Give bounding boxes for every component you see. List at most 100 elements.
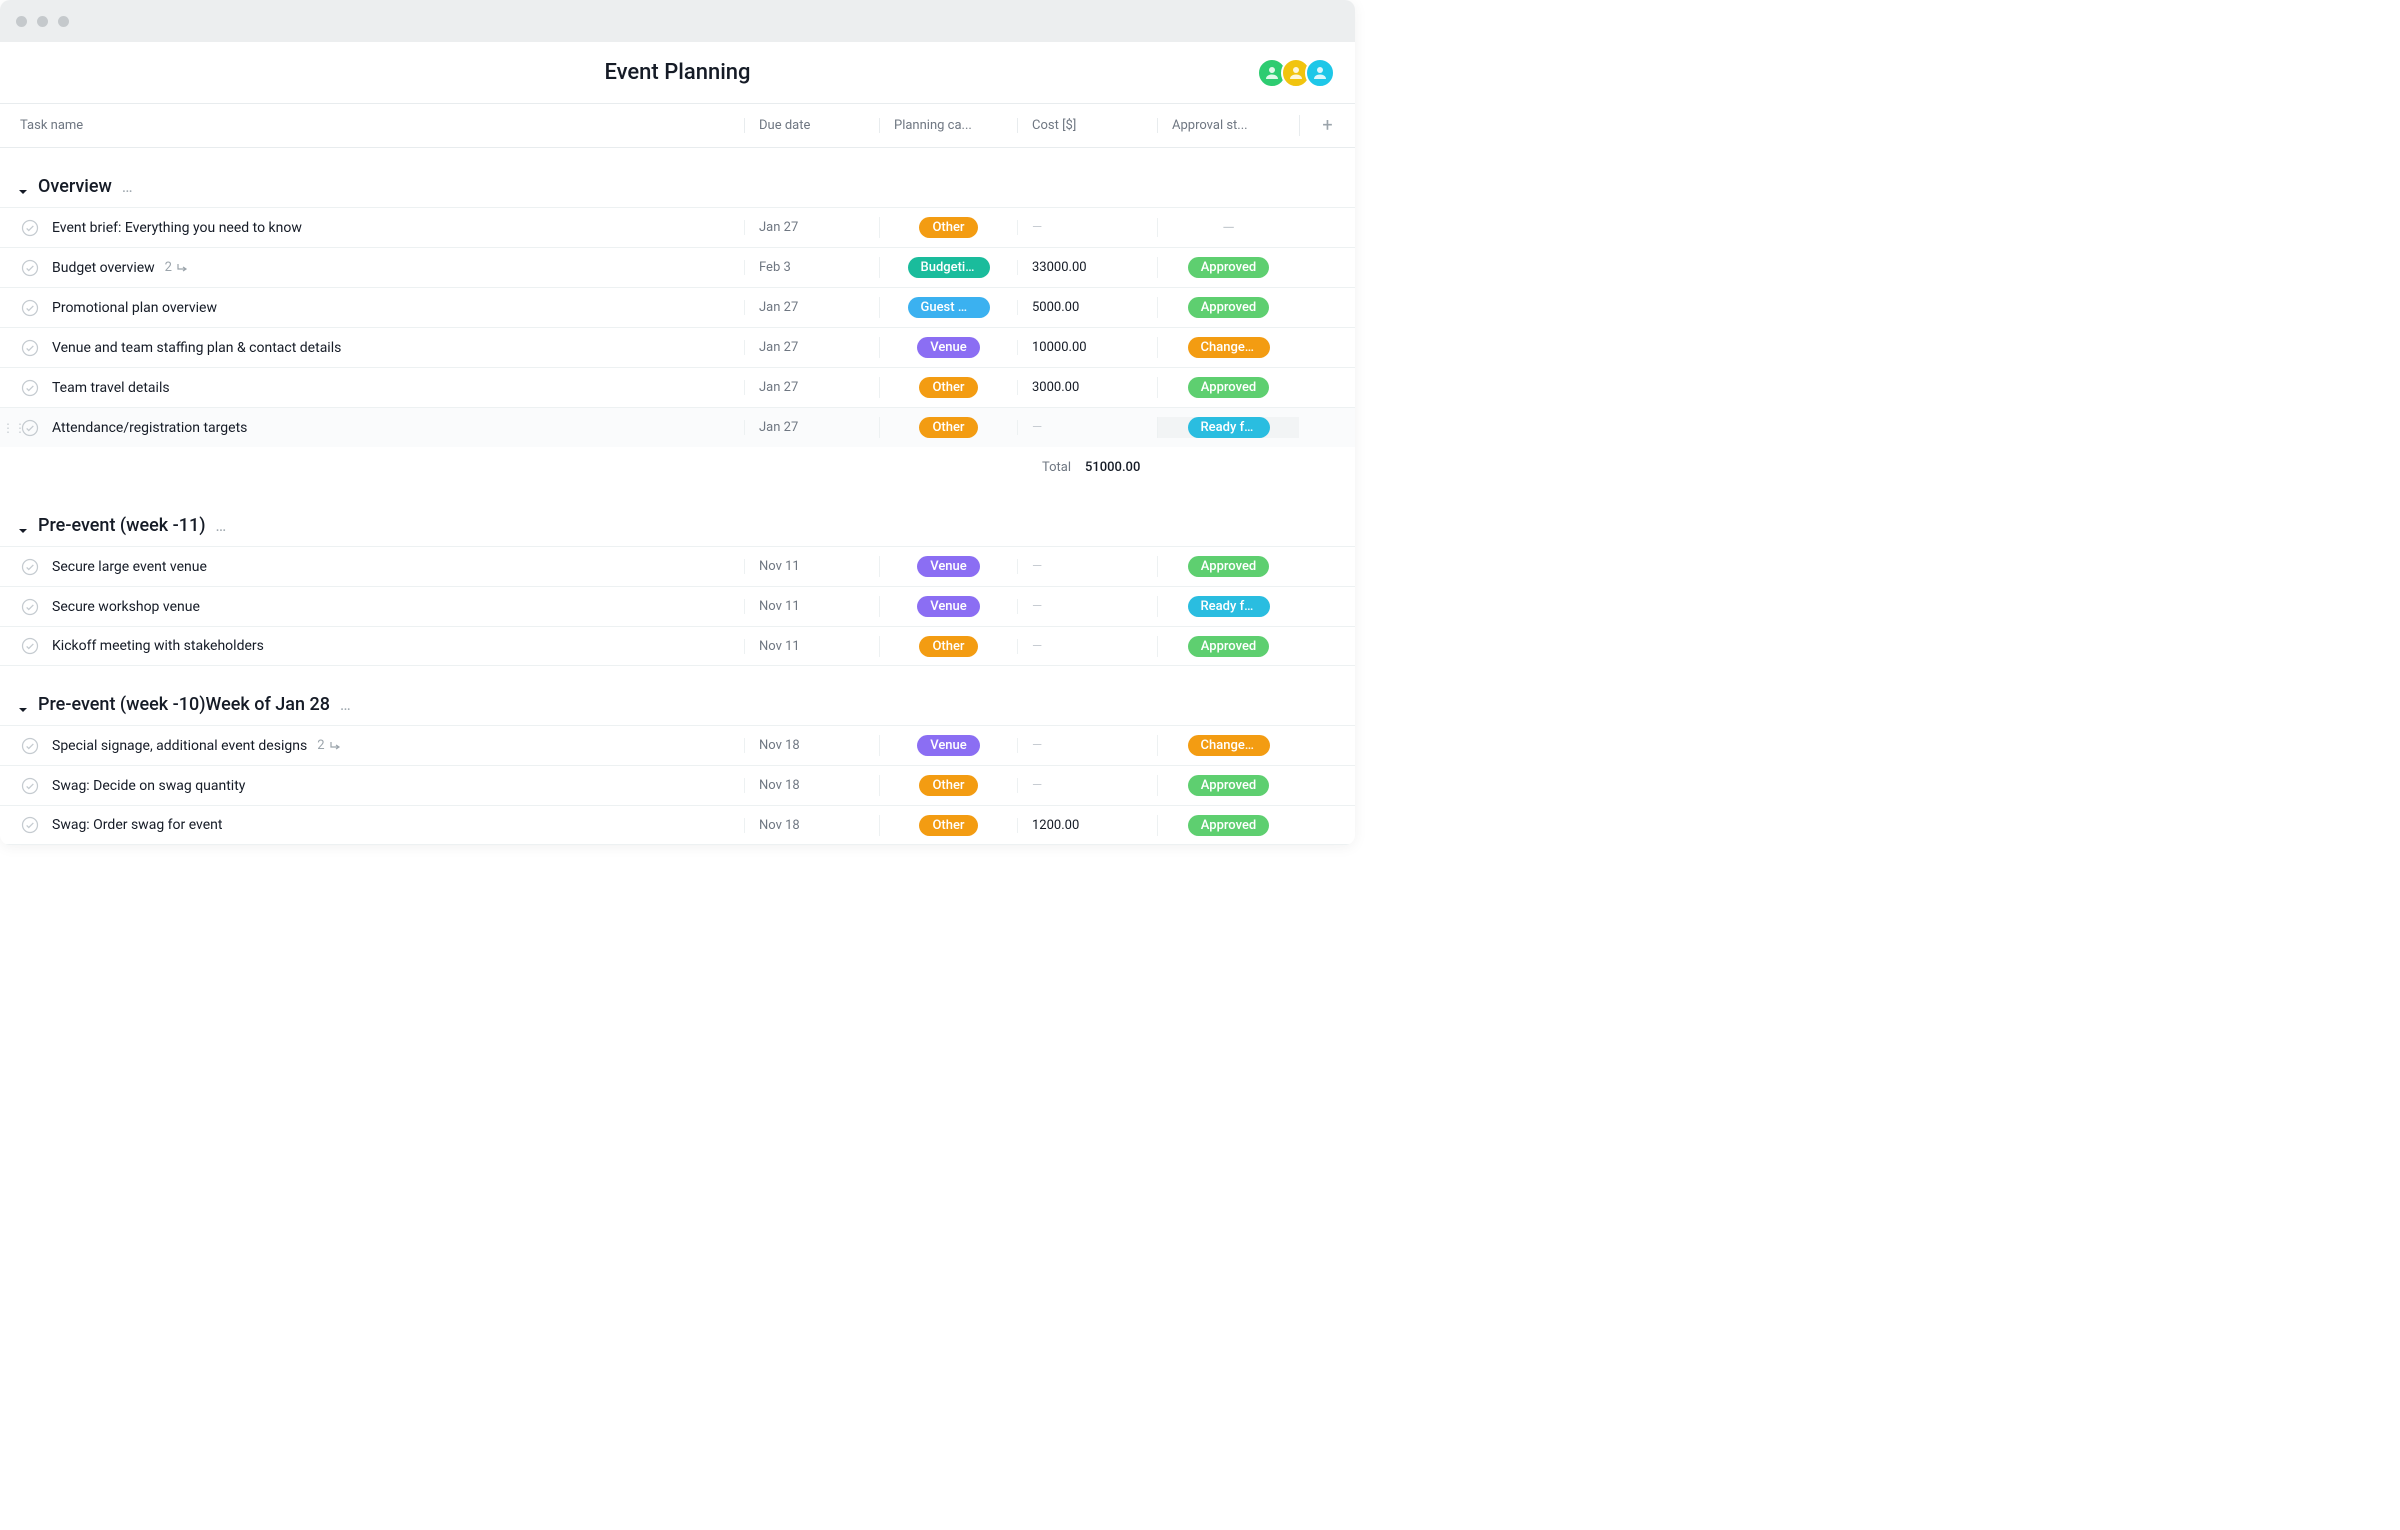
window-min-dot[interactable] xyxy=(37,16,48,27)
task-category-cell[interactable]: Budgeting xyxy=(879,257,1017,278)
section-more-icon[interactable]: … xyxy=(340,695,352,714)
col-due-date[interactable]: Due date xyxy=(744,118,879,133)
task-row[interactable]: ⋮⋮Attendance/registration targetsJan 27O… xyxy=(0,407,1355,447)
task-due[interactable]: Jan 27 xyxy=(744,380,879,395)
task-category-cell[interactable]: Venue xyxy=(879,556,1017,577)
complete-check-icon[interactable] xyxy=(20,258,40,278)
task-approval-cell[interactable]: Approved xyxy=(1157,636,1299,657)
complete-check-icon[interactable] xyxy=(20,636,40,656)
task-cost-cell[interactable]: — xyxy=(1017,599,1157,614)
approval-pill[interactable]: Approved xyxy=(1188,775,1270,796)
complete-check-icon[interactable] xyxy=(20,776,40,796)
section-header[interactable]: Pre-event (week -11)… xyxy=(0,509,1355,546)
complete-check-icon[interactable] xyxy=(20,597,40,617)
complete-check-icon[interactable] xyxy=(20,218,40,238)
member-avatars[interactable] xyxy=(1263,58,1335,88)
task-approval-cell[interactable]: Approved xyxy=(1157,815,1299,836)
task-approval-cell[interactable]: Changes... xyxy=(1157,337,1299,358)
add-column-button[interactable]: + xyxy=(1299,115,1355,136)
section-more-icon[interactable]: … xyxy=(122,177,134,196)
task-cost-cell[interactable]: 33000.00 xyxy=(1017,260,1157,275)
task-approval-cell[interactable]: Ready fo... xyxy=(1157,596,1299,617)
task-cost-cell[interactable]: 10000.00 xyxy=(1017,340,1157,355)
window-close-dot[interactable] xyxy=(16,16,27,27)
task-due[interactable]: Nov 18 xyxy=(744,738,879,753)
approval-pill[interactable]: Approved xyxy=(1188,636,1270,657)
task-row[interactable]: Kickoff meeting with stakeholdersNov 11O… xyxy=(0,626,1355,666)
approval-pill[interactable]: Approved xyxy=(1188,556,1270,577)
task-category-cell[interactable]: Venue xyxy=(879,596,1017,617)
approval-pill[interactable]: Approved xyxy=(1188,815,1270,836)
task-approval-cell[interactable]: Approved xyxy=(1157,556,1299,577)
approval-pill[interactable]: Approved xyxy=(1188,377,1270,398)
approval-pill[interactable]: Changes... xyxy=(1188,735,1270,756)
task-approval-cell[interactable]: Approved xyxy=(1157,257,1299,278)
task-approval-cell[interactable]: Changes... xyxy=(1157,735,1299,756)
task-due[interactable]: Jan 27 xyxy=(744,340,879,355)
task-category-cell[interactable]: Venue xyxy=(879,735,1017,756)
task-row[interactable]: Venue and team staffing plan & contact d… xyxy=(0,327,1355,367)
task-approval-cell[interactable]: Approved xyxy=(1157,297,1299,318)
task-row[interactable]: Promotional plan overviewJan 27Guest m..… xyxy=(0,287,1355,327)
col-approval-status[interactable]: Approval st... xyxy=(1157,118,1299,133)
col-planning-category[interactable]: Planning ca... xyxy=(879,118,1017,133)
task-due[interactable]: Jan 27 xyxy=(744,220,879,235)
section-header[interactable]: Overview… xyxy=(0,170,1355,207)
complete-check-icon[interactable] xyxy=(20,298,40,318)
section-header[interactable]: Pre-event (week -10)Week of Jan 28… xyxy=(0,688,1355,725)
task-category-cell[interactable]: Other xyxy=(879,217,1017,238)
task-row[interactable]: Swag: Decide on swag quantityNov 18Other… xyxy=(0,765,1355,805)
task-cost-cell[interactable]: — xyxy=(1017,420,1157,435)
task-category-cell[interactable]: Other xyxy=(879,636,1017,657)
complete-check-icon[interactable] xyxy=(20,338,40,358)
task-due[interactable]: Feb 3 xyxy=(744,260,879,275)
avatar[interactable] xyxy=(1305,58,1335,88)
approval-pill[interactable]: Ready fo... xyxy=(1188,417,1270,438)
task-row[interactable]: Secure workshop venueNov 11Venue—Ready f… xyxy=(0,586,1355,626)
col-task-name[interactable]: Task name xyxy=(0,118,744,133)
task-due[interactable]: Jan 27 xyxy=(744,420,879,435)
approval-pill[interactable]: Approved xyxy=(1188,297,1270,318)
task-category-cell[interactable]: Guest m... xyxy=(879,297,1017,318)
task-due[interactable]: Nov 11 xyxy=(744,639,879,654)
task-row[interactable]: Swag: Order swag for eventNov 18Other120… xyxy=(0,805,1355,845)
task-row[interactable]: Budget overview2 Feb 3Budgeting33000.00A… xyxy=(0,247,1355,287)
task-approval-cell[interactable]: Ready fo... xyxy=(1157,417,1299,438)
approval-pill[interactable]: Ready fo... xyxy=(1188,596,1270,617)
task-due[interactable]: Nov 11 xyxy=(744,599,879,614)
approval-pill[interactable]: Approved xyxy=(1188,257,1270,278)
task-cost-cell[interactable]: — xyxy=(1017,738,1157,753)
task-approval-cell[interactable]: Approved xyxy=(1157,377,1299,398)
task-cost-cell[interactable]: — xyxy=(1017,639,1157,654)
complete-check-icon[interactable] xyxy=(20,736,40,756)
task-row[interactable]: Special signage, additional event design… xyxy=(0,725,1355,765)
task-category-cell[interactable]: Venue xyxy=(879,337,1017,358)
task-category-cell[interactable]: Other xyxy=(879,377,1017,398)
task-due[interactable]: Nov 11 xyxy=(744,559,879,574)
complete-check-icon[interactable] xyxy=(20,557,40,577)
task-row[interactable]: Event brief: Everything you need to know… xyxy=(0,207,1355,247)
approval-pill[interactable]: Changes... xyxy=(1188,337,1270,358)
task-approval-cell[interactable]: Approved xyxy=(1157,775,1299,796)
task-due[interactable]: Nov 18 xyxy=(744,818,879,833)
task-cost-cell[interactable]: 3000.00 xyxy=(1017,380,1157,395)
task-cost-cell[interactable]: — xyxy=(1017,778,1157,793)
col-cost[interactable]: Cost [$] xyxy=(1017,118,1157,133)
task-cost-cell[interactable]: — xyxy=(1017,220,1157,235)
task-cost-cell[interactable]: 5000.00 xyxy=(1017,300,1157,315)
task-approval-cell[interactable]: — xyxy=(1157,218,1299,237)
task-cost-cell[interactable]: 1200.00 xyxy=(1017,818,1157,833)
section-more-icon[interactable]: … xyxy=(216,516,228,535)
complete-check-icon[interactable] xyxy=(20,378,40,398)
task-row[interactable]: Secure large event venueNov 11Venue—Appr… xyxy=(0,546,1355,586)
task-category-cell[interactable]: Other xyxy=(879,775,1017,796)
window-max-dot[interactable] xyxy=(58,16,69,27)
complete-check-icon[interactable] xyxy=(20,815,40,835)
task-row[interactable]: Team travel detailsJan 27Other3000.00App… xyxy=(0,367,1355,407)
task-category-cell[interactable]: Other xyxy=(879,417,1017,438)
task-cost-cell[interactable]: — xyxy=(1017,559,1157,574)
drag-handle-icon[interactable]: ⋮⋮ xyxy=(2,421,26,435)
task-category-cell[interactable]: Other xyxy=(879,815,1017,836)
task-due[interactable]: Nov 18 xyxy=(744,778,879,793)
task-due[interactable]: Jan 27 xyxy=(744,300,879,315)
